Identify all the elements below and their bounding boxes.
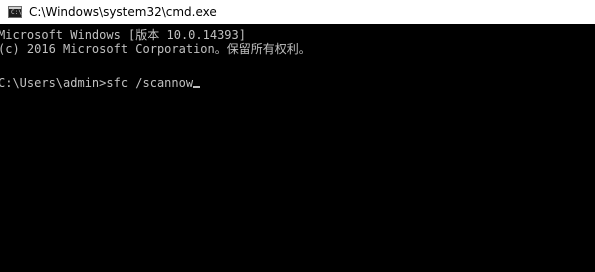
- console-line-command[interactable]: C:\Users\admin>sfc /scannow: [0, 75, 201, 91]
- console-line-copyright: (c) 2016 Microsoft Corporation。保留所有权利。: [0, 42, 311, 56]
- window-title: C:\Windows\system32\cmd.exe: [29, 5, 217, 19]
- command-prompt-text: C:\Users\admin>sfc /scannow: [0, 76, 194, 90]
- icon-prompt-glyph: C:\: [11, 9, 22, 16]
- console-output[interactable]: Microsoft Windows [版本 10.0.14393] (c) 20…: [0, 24, 595, 272]
- text-cursor: [193, 86, 201, 88]
- title-bar[interactable]: C:\ C:\Windows\system32\cmd.exe: [0, 0, 595, 24]
- cmd-console-icon[interactable]: C:\: [8, 6, 22, 18]
- cmd-window: C:\ C:\Windows\system32\cmd.exe Microsof…: [0, 0, 595, 272]
